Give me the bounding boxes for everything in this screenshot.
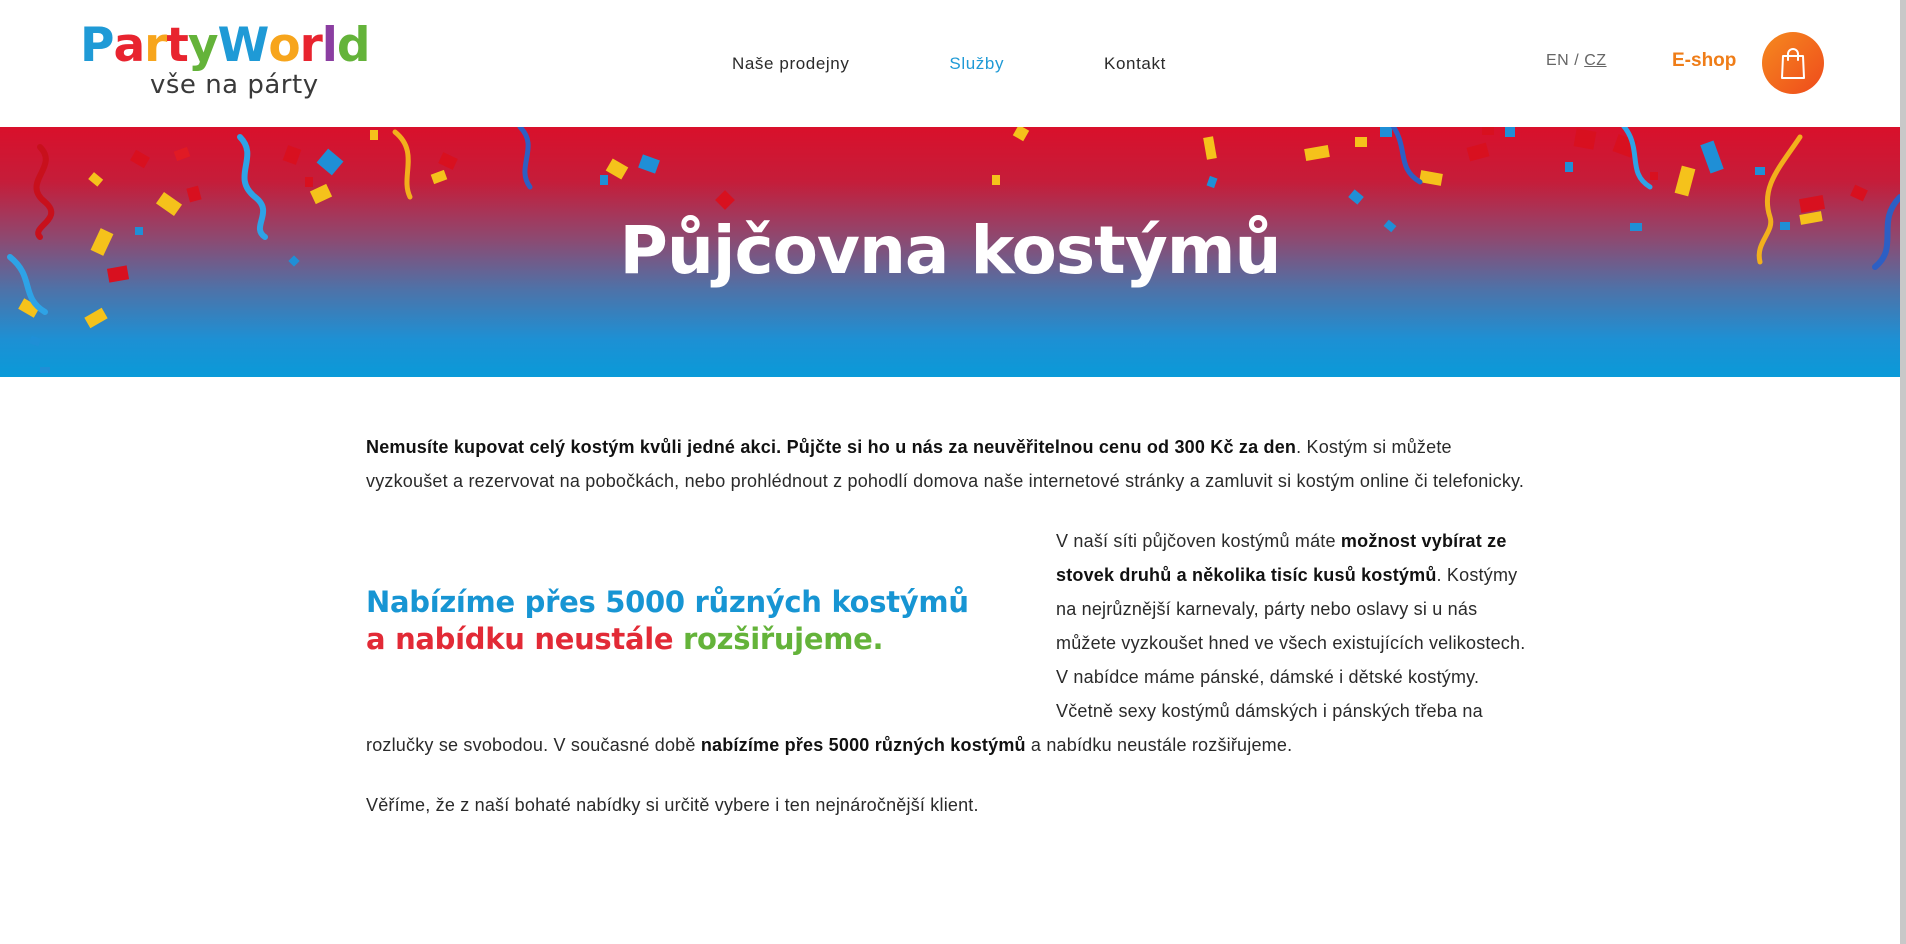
scrollbar-thumb[interactable] xyxy=(1900,0,1906,944)
nav-item-kontakt[interactable]: Kontakt xyxy=(1104,54,1166,74)
logo-tagline: vše na párty xyxy=(150,70,319,100)
highlight-line-1: Nabízíme přes 5000 různých kostýmů xyxy=(366,585,969,619)
logo-letter: r xyxy=(299,18,323,73)
lang-separator: / xyxy=(1574,52,1580,69)
intro-bold-text: Nemusíte kupovat celý kostým kvůli jedné… xyxy=(366,437,1297,457)
highlight-red-text: a nabídku neustále xyxy=(366,622,684,656)
intro-paragraph: Nemusíte kupovat celý kostým kvůli jedné… xyxy=(366,430,1536,498)
logo-letter: r xyxy=(144,18,167,73)
lang-cz-link[interactable]: CZ xyxy=(1584,52,1606,69)
logo-letter: d xyxy=(336,18,371,73)
logo-wordmark: PartyWorld xyxy=(80,18,371,74)
logo-letter: P xyxy=(80,18,114,73)
nav-item-sluzby[interactable]: Služby xyxy=(949,54,1004,74)
language-switcher: EN / CZ xyxy=(1546,52,1607,70)
cart-button[interactable] xyxy=(1762,32,1824,94)
eshop-link[interactable]: E-shop xyxy=(1672,50,1736,72)
logo-letter: t xyxy=(166,18,188,73)
highlight-line-2: a nabídku neustále rozšiřujeme. xyxy=(366,621,1056,658)
highlight-green-text: rozšiřujeme. xyxy=(683,622,884,656)
lang-en-link[interactable]: EN xyxy=(1546,52,1569,69)
hero-banner: Půjčovna kostýmů xyxy=(0,127,1900,377)
page-scrollbar[interactable] xyxy=(1900,0,1906,944)
logo-letter: y xyxy=(187,18,219,73)
main-nav: Naše prodejny Služby Kontakt xyxy=(732,52,1266,76)
article-content: Nemusíte kupovat celý kostým kvůli jedné… xyxy=(366,430,1536,822)
closing-paragraph: Věříme, že z naší bohaté nabídky si urči… xyxy=(366,795,979,815)
site-header: PartyWorld vše na párty Naše prodejny Sl… xyxy=(0,0,1906,127)
offer-text-3: a nabídku neustále rozšiřujeme. xyxy=(1025,735,1293,755)
shopping-bag-icon xyxy=(1781,48,1805,79)
logo-letter: W xyxy=(217,18,269,73)
offer-text-1: V naší síti půjčoven kostýmů máte xyxy=(1056,531,1341,551)
page-title: Půjčovna kostýmů xyxy=(619,212,1281,289)
logo-letter: l xyxy=(321,18,338,73)
logo-letter: a xyxy=(113,18,145,73)
partyworld-logo[interactable]: PartyWorld vše na párty xyxy=(80,18,371,106)
nav-item-nase-prodejny[interactable]: Naše prodejny xyxy=(732,54,849,74)
highlight-heading: Nabízíme přes 5000 různých kostýmů a nab… xyxy=(366,524,1056,724)
offer-bold-2: nabízíme přes 5000 různých kostýmů xyxy=(700,735,1026,755)
logo-letter: o xyxy=(268,18,300,73)
